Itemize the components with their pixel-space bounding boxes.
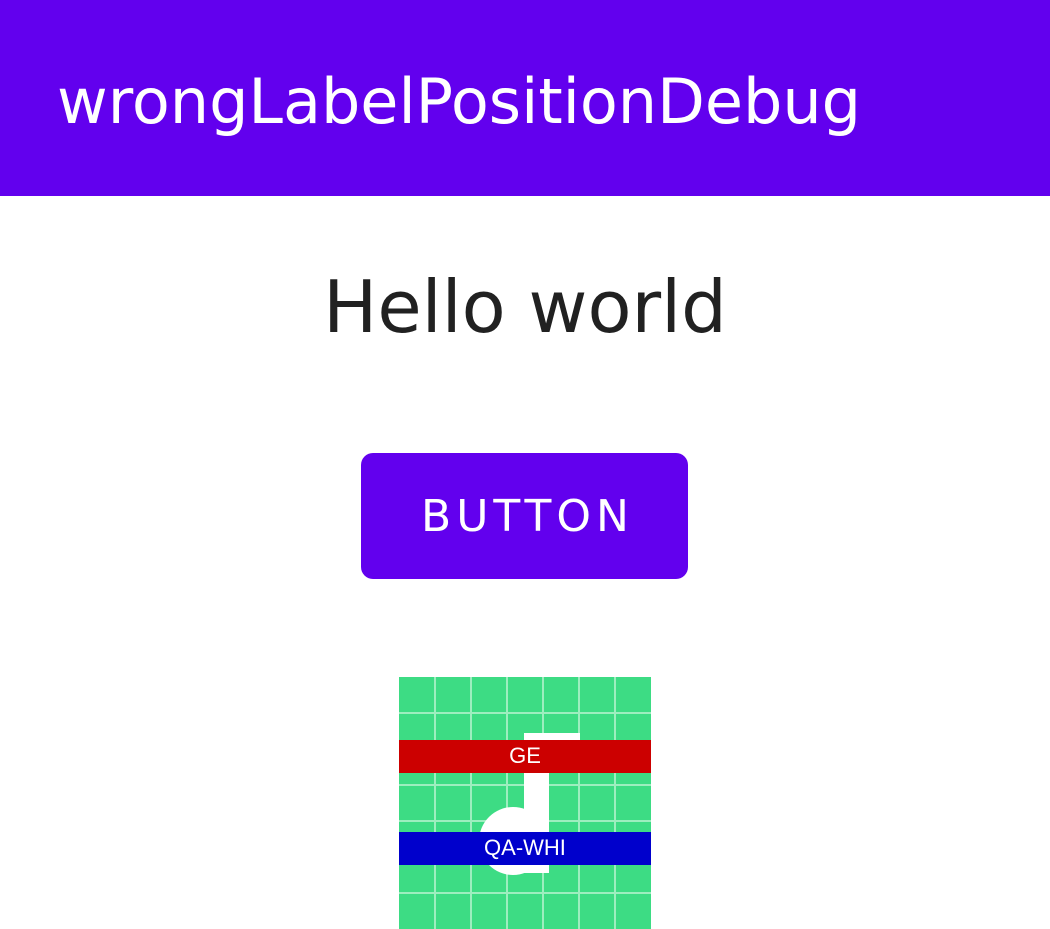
app-title: wrongLabelPositionDebug <box>57 65 861 138</box>
top-label: GE <box>509 743 541 768</box>
debug-image-canvas: GE QA-WHI <box>399 677 651 929</box>
app-bar: wrongLabelPositionDebug <box>0 0 1050 196</box>
bottom-label: QA-WHI <box>484 835 566 860</box>
primary-button[interactable]: BUTTON <box>361 453 688 579</box>
hello-text: Hello world <box>323 265 727 349</box>
debug-image: GE QA-WHI <box>399 677 651 929</box>
